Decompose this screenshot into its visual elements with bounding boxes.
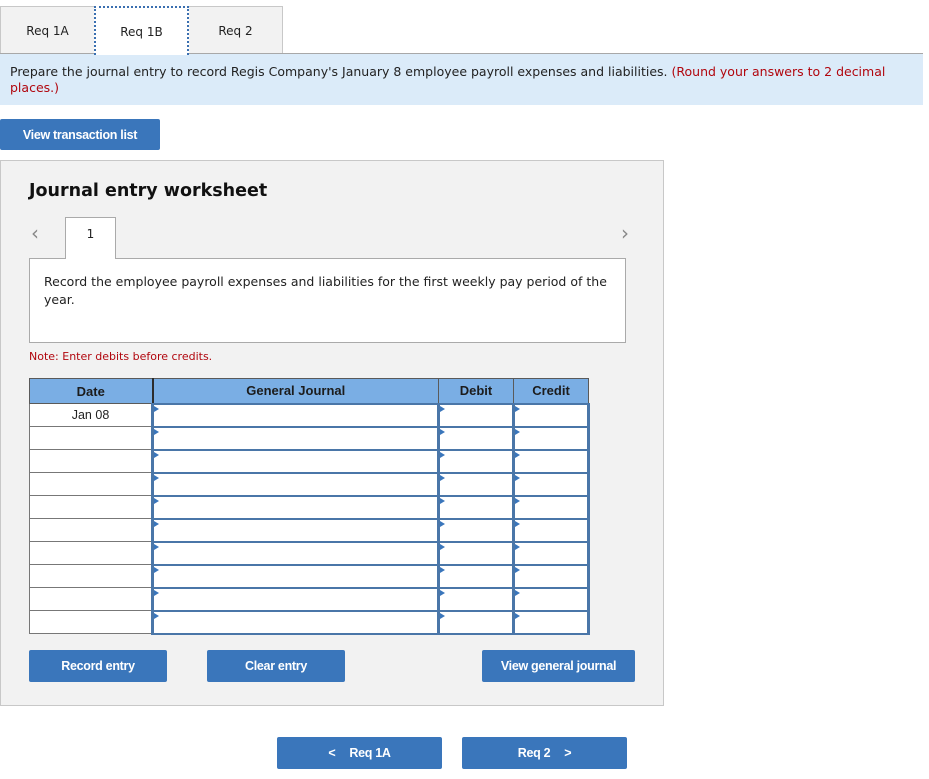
credit-input[interactable] bbox=[512, 448, 590, 474]
next-req-button[interactable]: Req 2 > bbox=[462, 737, 627, 769]
view-general-journal-button[interactable]: View general journal bbox=[482, 650, 635, 682]
journal-table: Date General Journal Debit Credit Jan 08 bbox=[29, 378, 590, 635]
table-row bbox=[29, 609, 590, 635]
tab-req-1a[interactable]: Req 1A bbox=[0, 6, 95, 54]
credit-input[interactable] bbox=[512, 402, 590, 428]
credit-input[interactable] bbox=[512, 494, 590, 520]
table-row: Jan 08 bbox=[29, 402, 590, 428]
date-cell bbox=[29, 472, 153, 496]
date-cell bbox=[29, 564, 153, 588]
credit-input[interactable] bbox=[512, 425, 590, 451]
credit-input[interactable] bbox=[512, 563, 590, 589]
instructions-text: Prepare the journal entry to record Regi… bbox=[10, 64, 668, 79]
credit-input[interactable] bbox=[512, 609, 590, 635]
prev-req-label: Req 1A bbox=[349, 746, 391, 760]
date-cell bbox=[29, 587, 153, 611]
debit-input[interactable] bbox=[437, 448, 515, 474]
account-input[interactable] bbox=[151, 494, 440, 520]
date-cell bbox=[29, 426, 153, 450]
date-cell bbox=[29, 495, 153, 519]
header-general-journal: General Journal bbox=[152, 378, 439, 404]
date-cell bbox=[29, 518, 153, 542]
chevron-left-icon[interactable]: ‹ bbox=[31, 221, 39, 245]
date-cell bbox=[29, 541, 153, 565]
debit-input[interactable] bbox=[437, 425, 515, 451]
credit-input[interactable] bbox=[512, 540, 590, 566]
debit-input[interactable] bbox=[437, 586, 515, 612]
entry-description: Record the employee payroll expenses and… bbox=[29, 258, 626, 343]
worksheet-title: Journal entry worksheet bbox=[29, 181, 268, 201]
header-date: Date bbox=[29, 378, 154, 404]
instructions-banner: Prepare the journal entry to record Regi… bbox=[0, 54, 923, 105]
table-row bbox=[29, 517, 590, 543]
debit-input[interactable] bbox=[437, 517, 515, 543]
chevron-right-icon: > bbox=[564, 746, 572, 760]
table-row bbox=[29, 471, 590, 497]
next-req-label: Req 2 bbox=[517, 746, 551, 760]
table-header-row: Date General Journal Debit Credit bbox=[29, 378, 589, 404]
entry-tab-1[interactable]: 1 bbox=[65, 217, 116, 259]
tab-req-1b[interactable]: Req 1B bbox=[94, 6, 189, 55]
account-input[interactable] bbox=[151, 563, 440, 589]
debit-input[interactable] bbox=[437, 402, 515, 428]
view-transaction-list-button[interactable]: View transaction list bbox=[0, 119, 160, 150]
date-cell: Jan 08 bbox=[29, 403, 153, 427]
credit-input[interactable] bbox=[512, 586, 590, 612]
account-input[interactable] bbox=[151, 586, 440, 612]
header-debit: Debit bbox=[438, 378, 514, 404]
table-row bbox=[29, 448, 590, 474]
debit-input[interactable] bbox=[437, 494, 515, 520]
table-row bbox=[29, 425, 590, 451]
date-cell bbox=[29, 449, 153, 473]
chevron-left-icon: < bbox=[328, 746, 336, 760]
date-cell bbox=[29, 610, 153, 634]
tab-req-2[interactable]: Req 2 bbox=[188, 6, 283, 54]
account-input[interactable] bbox=[151, 517, 440, 543]
debits-note: Note: Enter debits before credits. bbox=[29, 350, 213, 363]
table-row bbox=[29, 586, 590, 612]
account-input[interactable] bbox=[151, 425, 440, 451]
clear-entry-button[interactable]: Clear entry bbox=[207, 650, 345, 682]
journal-entry-worksheet: Journal entry worksheet ‹ › 1 Record the… bbox=[0, 160, 664, 706]
table-row bbox=[29, 540, 590, 566]
account-input[interactable] bbox=[151, 609, 440, 635]
credit-input[interactable] bbox=[512, 471, 590, 497]
table-row bbox=[29, 563, 590, 589]
account-input[interactable] bbox=[151, 471, 440, 497]
account-input[interactable] bbox=[151, 540, 440, 566]
table-row bbox=[29, 494, 590, 520]
debit-input[interactable] bbox=[437, 540, 515, 566]
debit-input[interactable] bbox=[437, 563, 515, 589]
credit-input[interactable] bbox=[512, 517, 590, 543]
requirement-tabs: Req 1A Req 1B Req 2 bbox=[0, 6, 283, 55]
header-credit: Credit bbox=[513, 378, 589, 404]
prev-req-button[interactable]: < Req 1A bbox=[277, 737, 442, 769]
account-input[interactable] bbox=[151, 448, 440, 474]
account-input[interactable] bbox=[151, 402, 440, 428]
debit-input[interactable] bbox=[437, 609, 515, 635]
chevron-right-icon[interactable]: › bbox=[621, 221, 629, 245]
record-entry-button[interactable]: Record entry bbox=[29, 650, 167, 682]
debit-input[interactable] bbox=[437, 471, 515, 497]
